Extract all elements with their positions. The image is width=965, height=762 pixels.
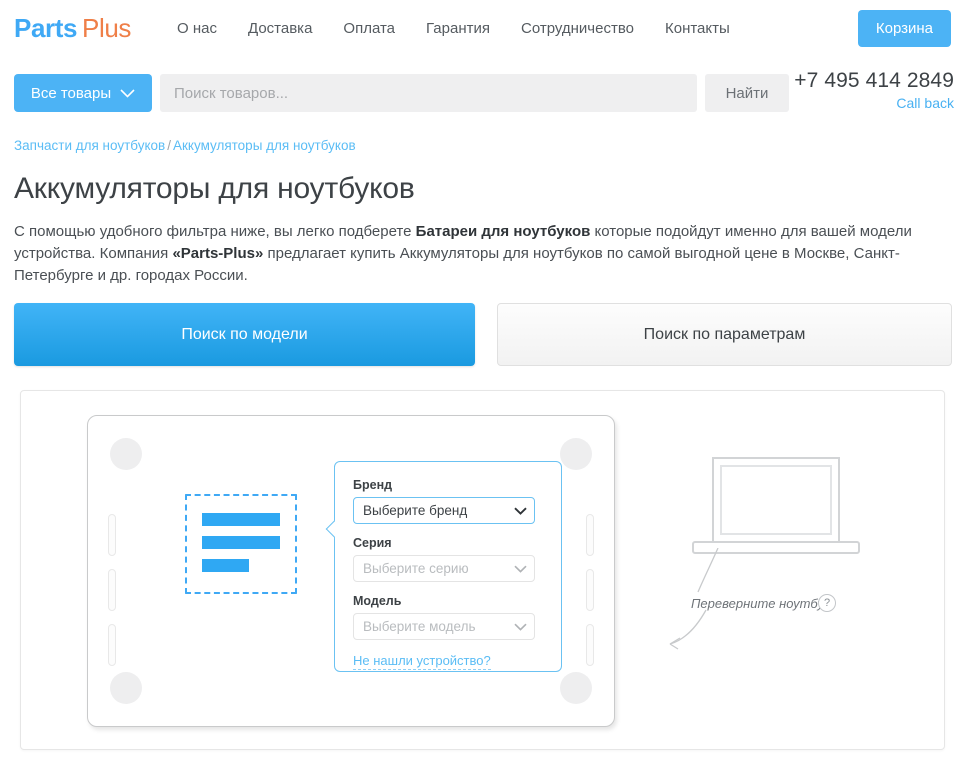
series-field-label: Серия [353, 536, 535, 550]
breadcrumb-separator: / [167, 138, 171, 153]
laptop-vent-left-2 [108, 569, 116, 611]
all-categories-dropdown[interactable]: Все товары [14, 74, 152, 112]
tab-search-by-parameters-label: Поиск по параметрам [644, 326, 806, 344]
device-not-found-link[interactable]: Не нашли устройство? [353, 653, 491, 670]
callout-pointer [324, 516, 335, 546]
breadcrumb-item-batteries[interactable]: Аккумуляторы для ноутбуков [173, 138, 356, 153]
intro-bold-batteries: Батареи для ноутбуков [416, 223, 591, 240]
nav-item-delivery[interactable]: Доставка [248, 20, 312, 37]
help-icon[interactable]: ? [818, 594, 836, 612]
model-select[interactable]: Выберите модель [353, 613, 535, 640]
site-header: PartsPlus О нас Доставка Оплата Гарантия… [0, 0, 965, 57]
chevron-down-icon [514, 623, 527, 631]
chevron-down-icon [514, 507, 527, 515]
contact-block: +7 495 414 2849 Call back [794, 69, 954, 111]
chevron-down-icon [120, 89, 135, 98]
cart-button[interactable]: Корзина [858, 10, 951, 47]
search-input[interactable] [160, 74, 697, 112]
laptop-foot-bottom-right [560, 672, 592, 704]
tab-search-by-parameters[interactable]: Поиск по параметрам [497, 303, 952, 366]
logo-part-one: Parts [14, 13, 77, 43]
nav-item-payment[interactable]: Оплата [343, 20, 395, 37]
finder-fields: Бренд Выберите бренд Серия Выберите сери… [353, 478, 535, 670]
brand-select[interactable]: Выберите бренд [353, 497, 535, 524]
main-navigation: О нас Доставка Оплата Гарантия Сотруднич… [177, 20, 761, 37]
laptop-vent-left-3 [108, 624, 116, 666]
laptop-vent-left-1 [108, 514, 116, 556]
page-intro: С помощью удобного фильтра ниже, вы легк… [14, 221, 952, 287]
series-select[interactable]: Выберите серию [353, 555, 535, 582]
page-title: Аккумуляторы для ноутбуков [14, 172, 415, 206]
nav-item-warranty[interactable]: Гарантия [426, 20, 490, 37]
sticker-line-3 [202, 559, 249, 572]
intro-segment-1: С помощью удобного фильтра ниже, вы легк… [14, 223, 416, 240]
breadcrumb-item-parts[interactable]: Запчасти для ноутбуков [14, 138, 165, 153]
nav-item-partnership[interactable]: Сотрудничество [521, 20, 634, 37]
laptop-bottom-illustration: Бренд Выберите бренд Серия Выберите сери… [87, 415, 615, 727]
series-select-value: Выберите серию [363, 561, 469, 576]
laptop-vent-right-3 [586, 624, 594, 666]
tab-search-by-model-label: Поиск по модели [181, 326, 307, 344]
model-label-sticker [185, 494, 297, 594]
model-field-label: Модель [353, 594, 535, 608]
search-bar: Все товары Найти +7 495 414 2849 Call ba… [0, 57, 965, 125]
brand-select-value: Выберите бренд [363, 503, 467, 518]
laptop-foot-top-right [560, 438, 592, 470]
tab-search-by-model[interactable]: Поиск по модели [14, 303, 475, 366]
nav-item-about[interactable]: О нас [177, 20, 217, 37]
breadcrumb: Запчасти для ноутбуков/Аккумуляторы для … [14, 138, 356, 153]
laptop-vent-right-2 [586, 569, 594, 611]
sticker-line-2 [202, 536, 280, 549]
all-categories-label: Все товары [31, 85, 111, 102]
flip-laptop-hint: Переверните ноутбук [691, 596, 830, 611]
nav-item-contacts[interactable]: Контакты [665, 20, 730, 37]
brand-field-label: Бренд [353, 478, 535, 492]
logo-part-two: Plus [82, 13, 131, 43]
page-root: PartsPlus О нас Доставка Оплата Гарантия… [0, 0, 965, 762]
sticker-line-1 [202, 513, 280, 526]
intro-bold-company: «Parts-Plus» [172, 245, 263, 262]
laptop-foot-top-left [110, 438, 142, 470]
find-button[interactable]: Найти [705, 74, 789, 112]
call-back-link[interactable]: Call back [794, 95, 954, 111]
site-logo[interactable]: PartsPlus [14, 13, 131, 44]
laptop-vent-right-1 [586, 514, 594, 556]
phone-number[interactable]: +7 495 414 2849 [794, 69, 954, 93]
model-select-value: Выберите модель [363, 619, 475, 634]
laptop-foot-bottom-left [110, 672, 142, 704]
chevron-down-icon [514, 565, 527, 573]
model-finder-callout: Бренд Выберите бренд Серия Выберите сери… [334, 461, 562, 672]
